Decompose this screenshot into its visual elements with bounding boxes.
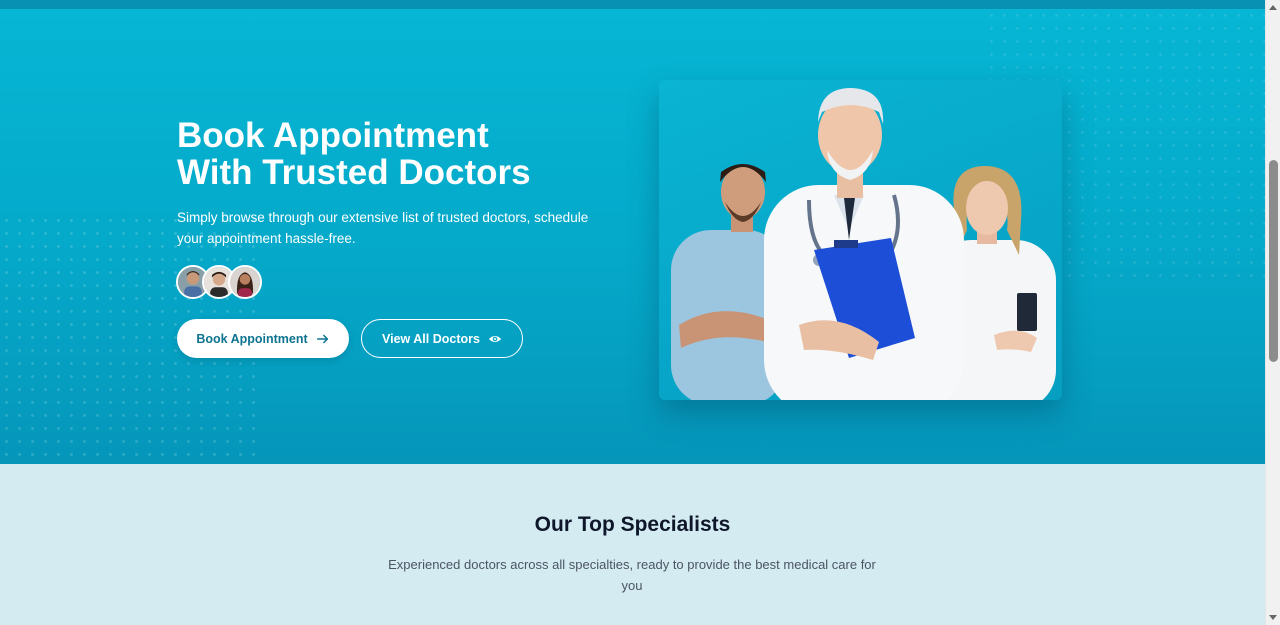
hero-title-line-1: Book Appointment [177,116,489,155]
eye-icon [488,335,502,342]
scroll-up-arrow-icon[interactable] [1269,5,1277,10]
view-all-doctors-label: View All Doctors [382,331,480,346]
doctors-group-photo [659,80,1062,400]
page-scrollbar[interactable] [1265,0,1280,625]
scroll-down-arrow-icon[interactable] [1269,615,1277,620]
book-appointment-button[interactable]: Book Appointment [177,319,349,358]
scrollbar-thumb[interactable] [1269,160,1278,362]
specialists-subtitle: Experienced doctors across all specialti… [388,557,876,593]
top-bar [0,0,1265,9]
avatar-group [176,265,262,301]
hero-section: Book Appointment With Trusted Doctors Si… [0,9,1265,464]
specialists-title: Our Top Specialists [534,513,731,536]
doctor-figure-center [764,88,964,400]
hero-title: Book Appointment With Trusted Doctors [177,117,617,191]
arrow-right-icon [316,334,328,343]
hero-subtitle: Simply browse through our extensive list… [177,210,589,246]
view-all-doctors-button[interactable]: View All Doctors [361,319,523,358]
book-appointment-label: Book Appointment [196,331,308,346]
hero-title-line-2: With Trusted Doctors [177,153,531,192]
doctor-avatar-3 [228,265,262,299]
